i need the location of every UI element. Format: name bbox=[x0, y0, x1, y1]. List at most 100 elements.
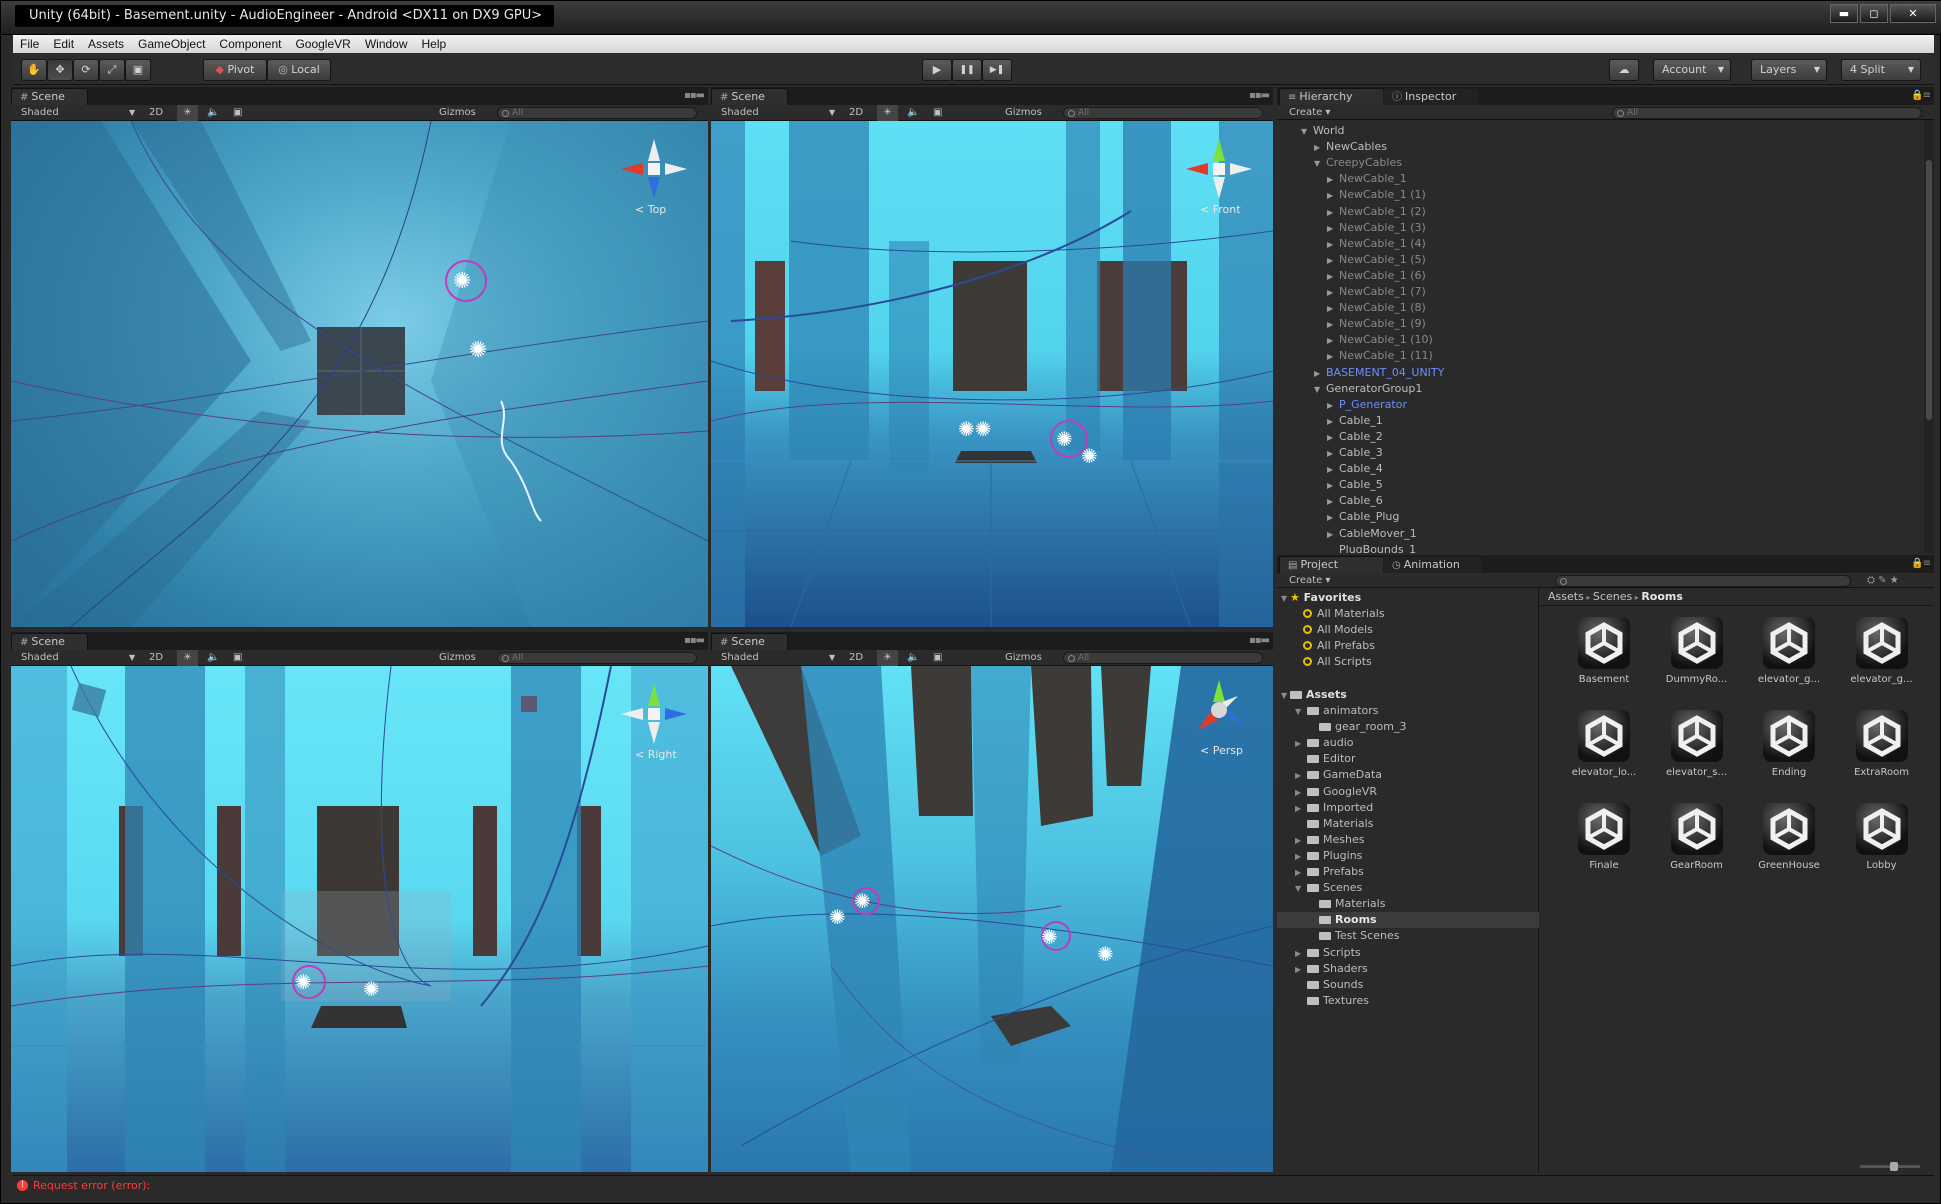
folder-item[interactable]: Materials bbox=[1307, 896, 1385, 912]
scene-asset[interactable]: GreenHouse bbox=[1745, 803, 1833, 883]
scene-tab[interactable]: # Scene bbox=[11, 633, 88, 650]
lighting-toggle[interactable]: ☀ bbox=[177, 650, 198, 666]
effects-toggle[interactable]: ▣ bbox=[233, 650, 242, 666]
hierarchy-scrollbar[interactable] bbox=[1924, 120, 1934, 553]
orientation-gizmo[interactable]: < Front bbox=[1186, 139, 1252, 219]
scene-asset[interactable]: Ending bbox=[1745, 710, 1833, 790]
foldout-arrow-icon[interactable]: ▶ bbox=[1295, 946, 1307, 962]
folder-item[interactable]: ▶ Imported bbox=[1295, 800, 1373, 816]
foldout-arrow-icon[interactable]: ▶ bbox=[1295, 865, 1307, 881]
status-message[interactable]: Request error (error): bbox=[33, 1179, 150, 1192]
hierarchy-item[interactable]: ▶ Cable_Plug bbox=[1327, 509, 1399, 525]
lock-icon[interactable]: 🔒≡ bbox=[1911, 558, 1931, 569]
menu-icon[interactable]: ▪▪▬ bbox=[1249, 90, 1270, 101]
menu-icon[interactable]: ▪▪▬ bbox=[1249, 635, 1270, 646]
foldout-arrow-icon[interactable]: ▶ bbox=[1314, 366, 1326, 382]
foldout-arrow-icon[interactable]: ▶ bbox=[1327, 172, 1339, 188]
project-tab[interactable]: ▤ Project bbox=[1279, 556, 1386, 573]
2d-toggle[interactable]: 2D bbox=[149, 105, 163, 121]
hierarchy-tab[interactable]: ≡ Hierarchy bbox=[1279, 88, 1384, 105]
audio-toggle[interactable]: 🔈 bbox=[907, 650, 919, 666]
hierarchy-item[interactable]: PlugBounds_1 bbox=[1327, 542, 1416, 553]
foldout-arrow-icon[interactable]: ▶ bbox=[1327, 398, 1339, 414]
folder-item[interactable]: Test Scenes bbox=[1307, 928, 1399, 944]
hierarchy-item[interactable]: ▶ P_Generator bbox=[1327, 397, 1407, 413]
cloud-button[interactable]: ☁ bbox=[1609, 59, 1639, 81]
scene-asset[interactable]: elevator_lo... bbox=[1560, 710, 1648, 790]
effects-toggle[interactable]: ▣ bbox=[933, 105, 942, 121]
2d-toggle[interactable]: 2D bbox=[849, 105, 863, 121]
hierarchy-item[interactable]: ▶ Cable_6 bbox=[1327, 493, 1383, 509]
rotate-tool-button[interactable]: ⟳ bbox=[73, 59, 99, 81]
lighting-toggle[interactable]: ☀ bbox=[877, 650, 898, 666]
foldout-arrow-icon[interactable]: ▶ bbox=[1327, 253, 1339, 269]
scene-search-input[interactable]: All bbox=[1063, 107, 1263, 119]
favorite-item[interactable]: All Scripts bbox=[1303, 654, 1372, 670]
scene-asset[interactable]: GearRoom bbox=[1653, 803, 1741, 883]
orientation-gizmo[interactable]: < Persp bbox=[1186, 680, 1252, 760]
scene-search-input[interactable]: All bbox=[1063, 652, 1263, 664]
hierarchy-item[interactable]: ▶ NewCable_1 (10) bbox=[1327, 332, 1433, 348]
breadcrumb-item[interactable]: Assets bbox=[1548, 590, 1584, 603]
foldout-arrow-icon[interactable]: ▶ bbox=[1327, 349, 1339, 365]
menu-item-assets[interactable]: Assets bbox=[81, 35, 131, 53]
menu-item-file[interactable]: File bbox=[13, 35, 46, 53]
hierarchy-item[interactable]: ▶ NewCable_1 (11) bbox=[1327, 348, 1433, 364]
hierarchy-item[interactable]: ▶ NewCable_1 (3) bbox=[1327, 220, 1426, 236]
folder-item[interactable]: ▶ Meshes bbox=[1295, 832, 1364, 848]
foldout-arrow-icon[interactable]: ▶ bbox=[1327, 446, 1339, 462]
hierarchy-item[interactable]: ▶ Cable_1 bbox=[1327, 413, 1383, 429]
folder-item[interactable]: ▶ GameData bbox=[1295, 767, 1382, 783]
folder-item[interactable]: ▶ audio bbox=[1295, 735, 1353, 751]
lock-icon[interactable]: 🔒≡ bbox=[1911, 90, 1931, 101]
effects-toggle[interactable]: ▣ bbox=[933, 650, 942, 666]
scene-asset[interactable]: elevator_g... bbox=[1838, 617, 1926, 697]
hierarchy-item[interactable]: ▶ Cable_5 bbox=[1327, 477, 1383, 493]
scene-tab[interactable]: # Scene bbox=[711, 88, 788, 105]
foldout-arrow-icon[interactable]: ▶ bbox=[1327, 478, 1339, 494]
breadcrumb-item[interactable]: Scenes bbox=[1593, 590, 1632, 603]
folder-item[interactable]: Sounds bbox=[1295, 977, 1363, 993]
pause-button[interactable]: ❚❚ bbox=[952, 59, 982, 81]
breadcrumb-item[interactable]: Rooms bbox=[1641, 590, 1683, 603]
gizmos-dropdown[interactable]: Gizmos bbox=[439, 650, 476, 666]
scene-asset[interactable]: Basement bbox=[1560, 617, 1648, 697]
shading-dropdown[interactable]: Shaded bbox=[721, 650, 759, 666]
hierarchy-item[interactable]: ▶ Cable_2 bbox=[1327, 429, 1383, 445]
folder-item[interactable]: gear_room_3 bbox=[1307, 719, 1406, 735]
foldout-arrow-icon[interactable]: ▼ bbox=[1295, 881, 1307, 897]
hierarchy-item[interactable]: ▼ GeneratorGroup1 bbox=[1314, 381, 1422, 397]
hierarchy-search-input[interactable]: All bbox=[1612, 107, 1922, 119]
scene-search-input[interactable]: All bbox=[497, 107, 697, 119]
maximize-button[interactable]: ◻ bbox=[1860, 4, 1888, 23]
favorite-item[interactable]: All Models bbox=[1303, 622, 1373, 638]
foldout-arrow-icon[interactable]: ▶ bbox=[1327, 462, 1339, 478]
foldout-arrow-icon[interactable]: ▶ bbox=[1295, 785, 1307, 801]
scene-view-front[interactable]: #Scene▪▪▬ Shaded▼ 2D ☀ 🔈 ▣ Gizmos All bbox=[711, 87, 1273, 627]
folder-item[interactable]: Editor bbox=[1295, 751, 1356, 767]
menu-item-gameobject[interactable]: GameObject bbox=[131, 35, 212, 53]
orientation-gizmo[interactable]: < Right bbox=[621, 684, 687, 764]
inspector-tab[interactable]: ⓘ Inspector bbox=[1383, 88, 1480, 105]
folder-item[interactable]: ▶ Plugins bbox=[1295, 848, 1362, 864]
foldout-arrow-icon[interactable]: ▶ bbox=[1327, 414, 1339, 430]
scene-view-persp[interactable]: # Scene ▪▪▬ Shaded ▼ 2D ☀ 🔈 ▣ Gizmos All ✺ … bbox=[711, 632, 1273, 1172]
menu-item-help[interactable]: Help bbox=[415, 35, 454, 53]
scene-view-top[interactable]: # Scene ▪▪▬ Shaded ▼ 2D ☀ 🔈 ▣ Gizmos All ✺ … bbox=[11, 87, 708, 627]
effects-toggle[interactable]: ▣ bbox=[233, 105, 242, 121]
foldout-arrow-icon[interactable]: ▶ bbox=[1327, 333, 1339, 349]
foldout-arrow-icon[interactable]: ▶ bbox=[1314, 140, 1326, 156]
foldout-arrow-icon[interactable]: ▼ bbox=[1301, 124, 1313, 140]
audio-toggle[interactable]: 🔈 bbox=[207, 105, 219, 121]
layout-dropdown[interactable]: 4 Split ▼ bbox=[1841, 59, 1921, 81]
favorites-header[interactable]: ▼ ★ Favorites bbox=[1281, 590, 1361, 606]
foldout-arrow-icon[interactable]: ▶ bbox=[1327, 269, 1339, 285]
shading-dropdown[interactable]: Shaded bbox=[21, 105, 59, 121]
foldout-arrow-icon[interactable]: ▶ bbox=[1327, 527, 1339, 543]
foldout-arrow-icon[interactable]: ▶ bbox=[1295, 736, 1307, 752]
layers-dropdown[interactable]: Layers ▼ bbox=[1751, 59, 1827, 81]
hierarchy-item[interactable]: ▶ NewCable_1 bbox=[1327, 171, 1407, 187]
lighting-toggle[interactable]: ☀ bbox=[877, 105, 898, 121]
favorite-item[interactable]: All Materials bbox=[1303, 606, 1385, 622]
lighting-toggle[interactable]: ☀ bbox=[177, 105, 198, 121]
